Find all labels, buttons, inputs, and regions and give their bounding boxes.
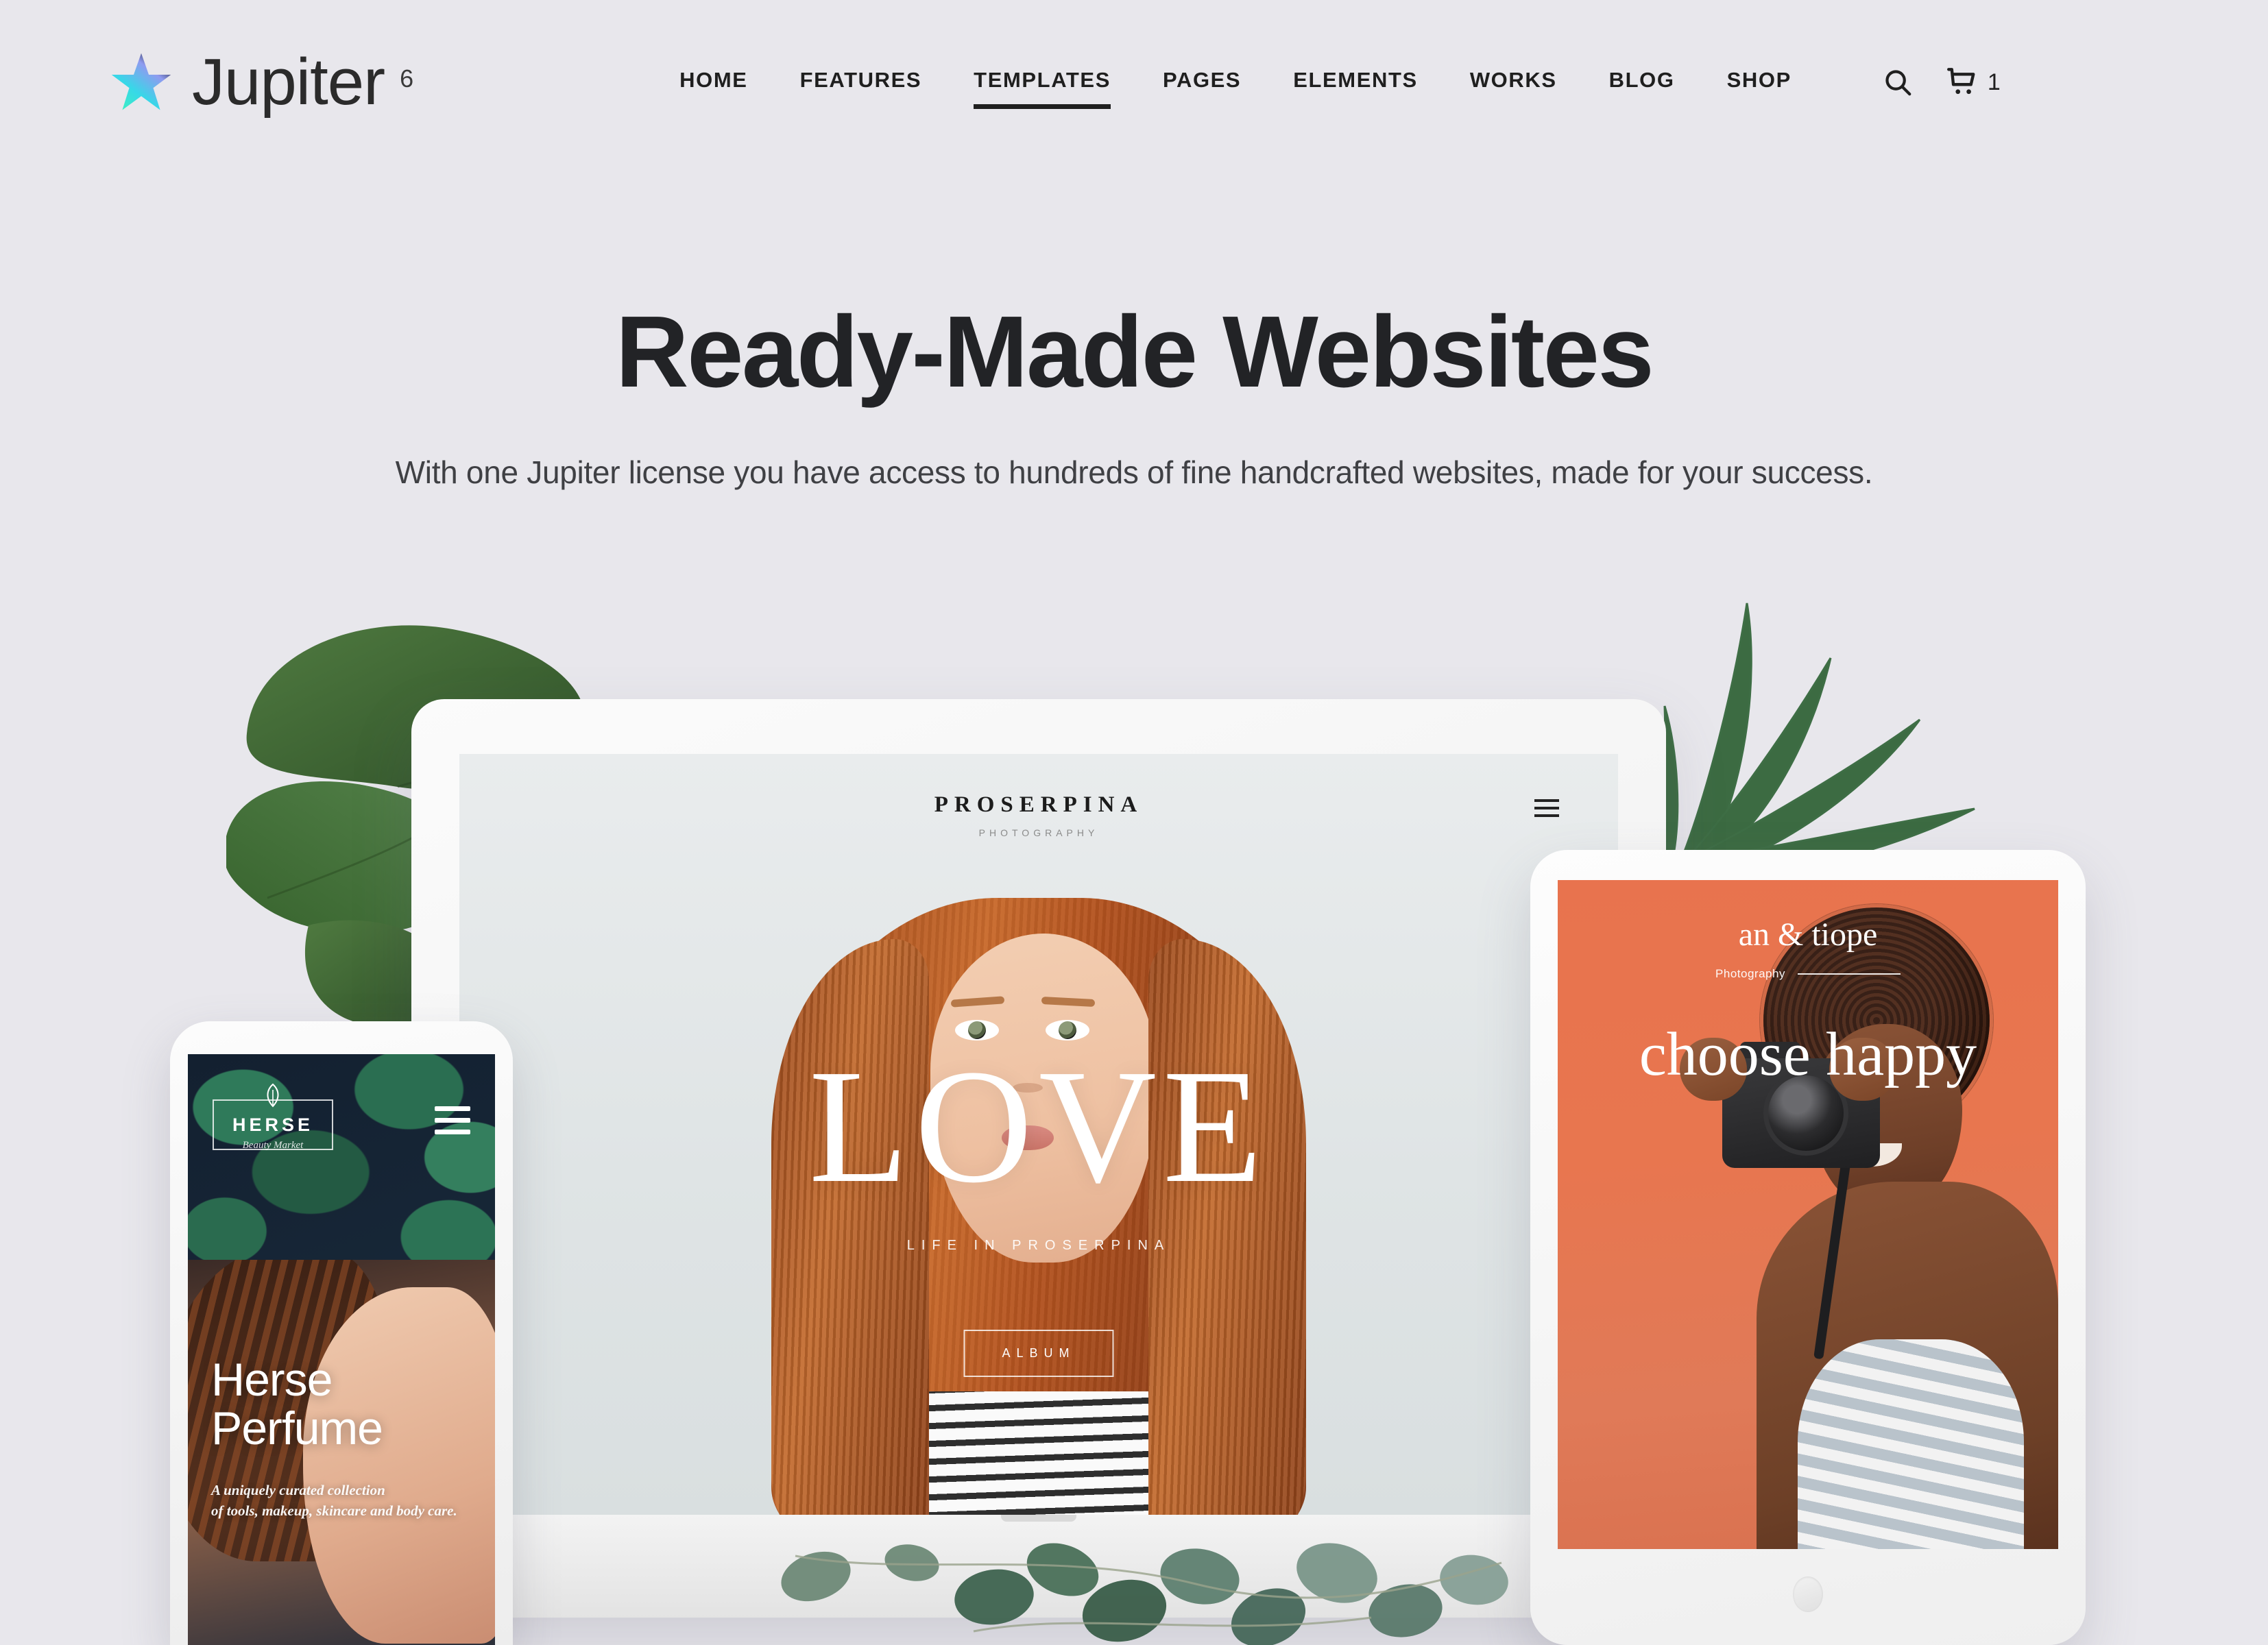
tablet-model-photo xyxy=(1680,903,2058,1549)
tablet-site-brand: an & tiope Photography xyxy=(1558,916,2058,981)
phone-mockup[interactable]: HERSE Beauty Market Herse Perfume A uniq… xyxy=(170,1021,513,1645)
herse-logo: HERSE Beauty Market xyxy=(213,1083,333,1151)
laptop-site-brand: PROSERPINA PHOTOGRAPHY xyxy=(459,792,1618,838)
herse-logo-script: Beauty Market xyxy=(242,1140,304,1151)
tablet-brand-name: an & tiope xyxy=(1738,916,1878,953)
phone-headline-line2: Perfume xyxy=(211,1402,383,1454)
nav-item-pages[interactable]: PAGES xyxy=(1163,68,1241,97)
nav-item-works[interactable]: WORKS xyxy=(1470,68,1557,97)
phone-caption-line1: A uniquely curated collection xyxy=(211,1482,385,1498)
star-icon xyxy=(110,51,173,114)
laptop-mockup[interactable]: PROSERPINA PHOTOGRAPHY LOVE LIFE IN PROS… xyxy=(411,699,1666,1618)
laptop-brand-subtitle: PHOTOGRAPHY xyxy=(978,827,1099,838)
herse-logo-text: HERSE xyxy=(232,1114,314,1135)
phone-caption: A uniquely curated collection of tools, … xyxy=(211,1480,474,1522)
cart-count: 1 xyxy=(1987,69,2001,95)
nav-item-features[interactable]: FEATURES xyxy=(800,68,922,97)
hero-subtitle: With one Jupiter license you have access… xyxy=(395,454,1873,490)
phone-screen: HERSE Beauty Market Herse Perfume A uniq… xyxy=(188,1054,495,1645)
page-title: Ready-Made Websites xyxy=(615,295,1654,409)
tablet-brand-subtitle: Photography xyxy=(1715,967,1785,980)
nav-item-blog[interactable]: BLOG xyxy=(1609,68,1675,97)
hamburger-menu-icon[interactable] xyxy=(435,1106,470,1141)
divider xyxy=(1797,973,1901,975)
shopping-cart-icon[interactable]: 1 xyxy=(1945,65,2001,99)
nav-item-templates[interactable]: TEMPLATES xyxy=(974,68,1111,109)
eucalyptus-decoration xyxy=(768,1535,1508,1645)
brand-version: 6 xyxy=(400,64,414,93)
laptop-headline: LOVE xyxy=(808,1036,1269,1217)
site-header: Jupiter 6 HOME FEATURES TEMPLATES PAGES … xyxy=(0,0,2268,164)
brand-name: Jupiter xyxy=(192,45,385,119)
album-button[interactable]: ALBUM xyxy=(963,1330,1114,1377)
main-navigation: HOME FEATURES TEMPLATES PAGES ELEMENTS W… xyxy=(653,65,2001,109)
tablet-headline: choose happy xyxy=(1639,1021,1977,1088)
search-icon[interactable] xyxy=(1882,66,1914,98)
phone-headline: Herse Perfume xyxy=(211,1356,383,1452)
nav-item-shop[interactable]: SHOP xyxy=(1727,68,1792,97)
tablet-screen: an & tiope Photography choose happy xyxy=(1558,880,2058,1549)
tablet-mockup[interactable]: an & tiope Photography choose happy xyxy=(1530,850,2086,1645)
nav-item-home[interactable]: HOME xyxy=(679,68,747,97)
tablet-home-button[interactable] xyxy=(1793,1576,1823,1612)
laptop-screen: PROSERPINA PHOTOGRAPHY LOVE LIFE IN PROS… xyxy=(459,754,1618,1515)
hamburger-menu-icon[interactable] xyxy=(1534,799,1559,822)
phone-headline-line1: Herse xyxy=(211,1354,333,1406)
brand-logo[interactable]: Jupiter 6 xyxy=(110,49,413,115)
phone-caption-line2: of tools, makeup, skincare and body care… xyxy=(211,1502,457,1519)
leaf-emblem-icon xyxy=(261,1083,285,1112)
laptop-subline: LIFE IN PROSERPINA xyxy=(906,1238,1171,1253)
laptop-brand-name: PROSERPINA xyxy=(934,792,1144,817)
header-icons: 1 xyxy=(1850,65,2001,99)
nav-item-elements[interactable]: ELEMENTS xyxy=(1293,68,1418,97)
